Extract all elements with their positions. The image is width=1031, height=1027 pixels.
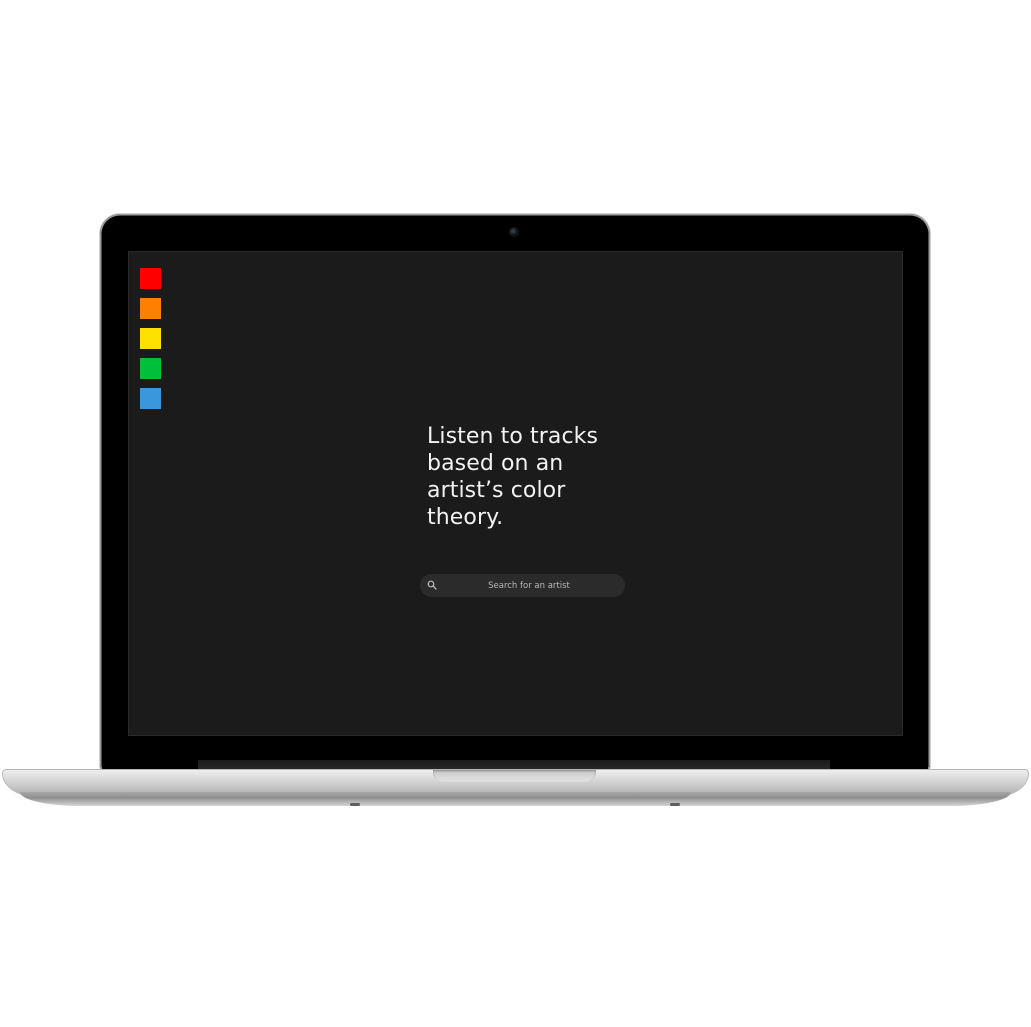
color-swatch-green[interactable] [140,358,161,379]
color-swatch-orange[interactable] [140,298,161,319]
artist-search-input[interactable] [444,574,614,597]
camera-icon [510,228,518,236]
color-swatch-red[interactable] [140,268,161,289]
laptop-foot [670,803,680,806]
laptop-foot [350,803,360,806]
laptop-mockup: Listen to tracks based on an artist’s co… [0,0,1031,1027]
color-swatch-yellow[interactable] [140,328,161,349]
color-swatch-blue[interactable] [140,388,161,409]
laptop-base-edge [20,792,1011,806]
color-swatch-list [140,268,161,409]
page-headline: Listen to tracks based on an artist’s co… [427,424,599,530]
search-icon[interactable] [427,580,437,590]
app-screen: Listen to tracks based on an artist’s co… [129,252,902,735]
laptop-opening-notch [433,770,596,782]
search-bar[interactable] [420,574,625,597]
